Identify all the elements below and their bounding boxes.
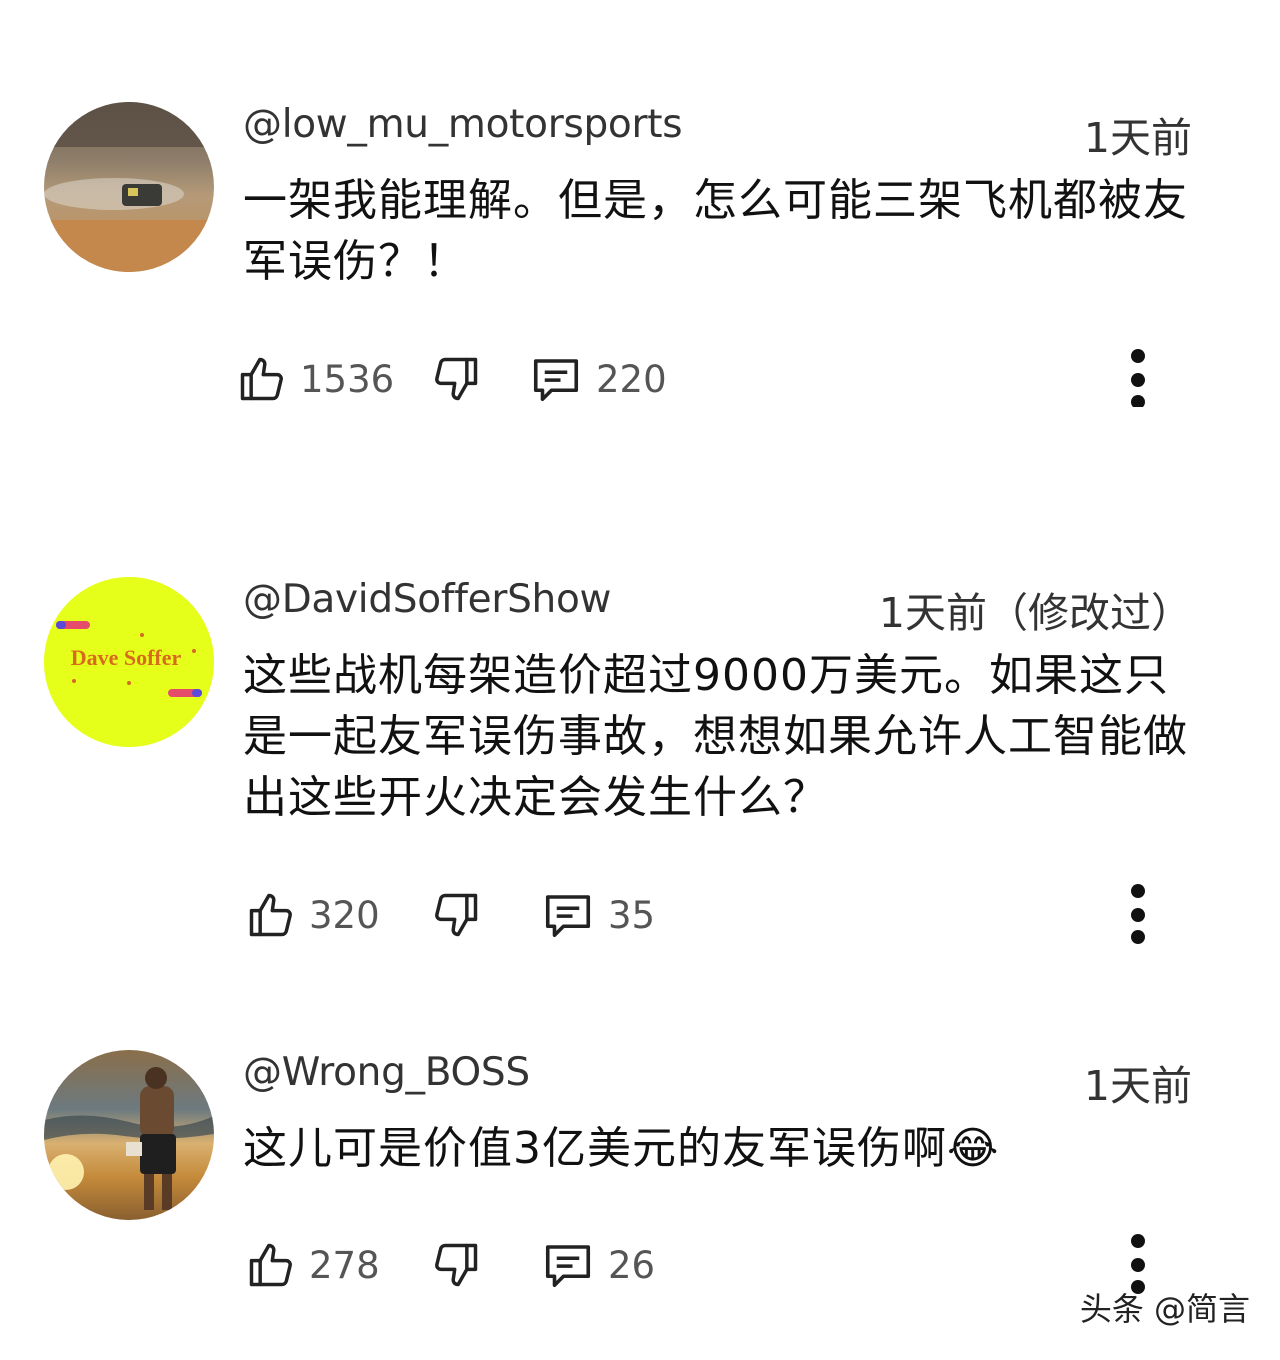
like-count: 320 <box>309 893 380 937</box>
avatar-logo-text: Dave Soffer <box>71 645 182 670</box>
like-button[interactable]: 320 <box>245 880 380 950</box>
reply-button[interactable]: 220 <box>528 344 667 414</box>
thumbs-up-icon <box>245 888 297 942</box>
comment-icon <box>540 888 596 942</box>
reply-button[interactable]: 26 <box>540 1230 655 1300</box>
more-vertical-icon <box>1128 347 1148 411</box>
comment-text: 一架我能理解。但是，怎么可能三架飞机都被友军误伤？！ <box>243 175 1188 287</box>
thumbs-down-icon <box>430 888 482 942</box>
avatar[interactable] <box>44 102 214 272</box>
comment-author[interactable]: @low_mu_motorsports <box>243 102 683 147</box>
dislike-button[interactable] <box>430 344 482 414</box>
watermark: 头条 @简言 <box>1079 1290 1250 1328</box>
more-vertical-icon <box>1128 882 1148 948</box>
like-count: 278 <box>309 1243 380 1287</box>
avatar[interactable] <box>44 1050 214 1220</box>
comment-timestamp: 1天前 <box>1083 114 1192 162</box>
comment-timestamp: 1天前 <box>1083 1062 1192 1110</box>
comment-icon <box>540 1238 596 1292</box>
like-count: 1536 <box>300 357 395 401</box>
comment-icon <box>528 352 584 406</box>
thumbs-down-icon <box>430 352 482 406</box>
comment-author[interactable]: @Wrong_BOSS <box>243 1050 530 1095</box>
thumbs-up-icon <box>236 352 288 406</box>
comment-author[interactable]: @DavidSofferShow <box>243 577 611 622</box>
reply-count: 35 <box>608 893 656 937</box>
more-options-button[interactable] <box>1110 344 1166 414</box>
like-button[interactable]: 278 <box>245 1230 380 1300</box>
reply-count: 26 <box>608 1243 656 1287</box>
comment-actions: 320 35 <box>0 880 1280 950</box>
reply-button[interactable]: 35 <box>540 880 655 950</box>
dislike-button[interactable] <box>430 1230 482 1300</box>
comment-text: 这些战机每架造价超过9000万美元。如果这只是一起友军误伤事故，想想如果允许人工… <box>243 650 1188 823</box>
thumbs-up-icon <box>245 1238 297 1292</box>
like-button[interactable]: 1536 <box>236 344 394 414</box>
comment-text: 这儿可是价值3亿美元的友军误伤啊😂 <box>243 1123 1000 1174</box>
reply-count: 220 <box>596 357 667 401</box>
avatar[interactable]: Dave Soffer <box>44 577 214 747</box>
comment-timestamp: 1天前（修改过） <box>878 589 1192 637</box>
dislike-button[interactable] <box>430 880 482 950</box>
more-options-button[interactable] <box>1110 880 1166 950</box>
thumbs-down-icon <box>430 1238 482 1292</box>
comment-actions: 1536 220 <box>0 344 1280 414</box>
